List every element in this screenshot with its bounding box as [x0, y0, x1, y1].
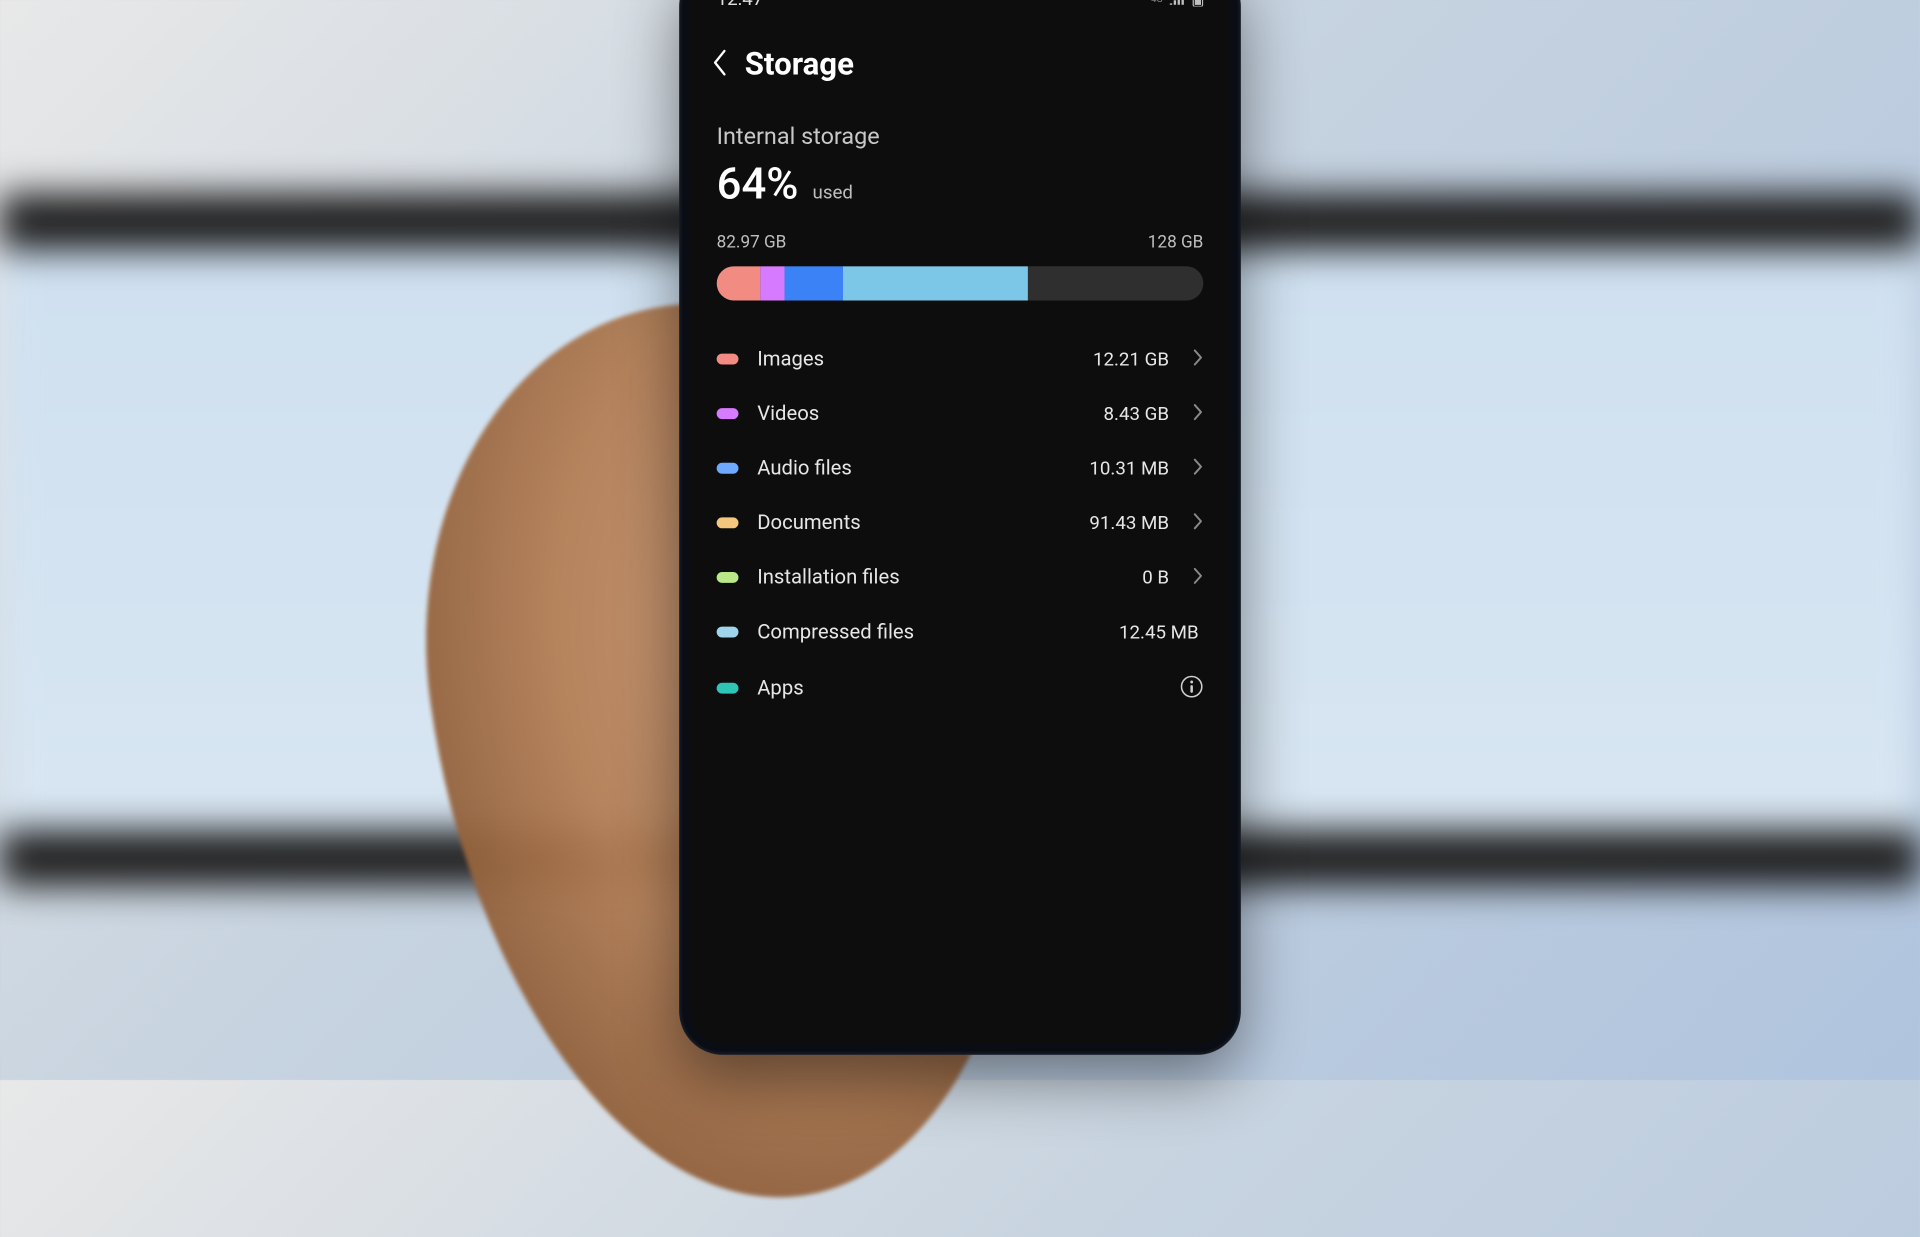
category-label: Installation files — [757, 566, 1123, 589]
storage-category-row: Compressed files 12.45 MB — [690, 605, 1230, 660]
battery-icon — [1192, 0, 1203, 6]
category-value: 8.43 GB — [1103, 403, 1169, 425]
usage-percent: 64% — [717, 158, 799, 209]
category-value: 91.43 MB — [1089, 512, 1169, 534]
progress-segment — [785, 266, 843, 300]
progress-segment — [760, 266, 784, 300]
category-color-pill — [717, 354, 739, 365]
category-label: Images — [757, 347, 1074, 370]
progress-segment — [843, 266, 1028, 300]
used-amount: 82.97 GB — [717, 233, 787, 252]
category-label: Documents — [757, 511, 1070, 534]
storage-category-row[interactable]: Apps — [690, 659, 1230, 717]
category-color-pill — [717, 408, 739, 419]
storage-category-row[interactable]: Videos 8.43 GB — [690, 386, 1230, 441]
category-color-pill — [717, 463, 739, 474]
page-title: Storage — [745, 45, 854, 82]
category-label: Compressed files — [757, 620, 1100, 643]
network-indicator: 4G — [1151, 0, 1163, 4]
usage-row: 64% used — [717, 158, 1204, 209]
category-color-pill — [717, 517, 739, 528]
category-label: Videos — [757, 402, 1085, 425]
section-title: Internal storage — [717, 123, 1204, 150]
status-bar: 12:47 4G — [690, 0, 1230, 14]
category-label: Audio files — [757, 457, 1070, 480]
size-row: 82.97 GB 128 GB — [717, 233, 1204, 252]
storage-summary: Internal storage 64% used 82.97 GB 128 G… — [690, 104, 1230, 252]
storage-category-row[interactable]: Installation files 0 B — [690, 550, 1230, 605]
usage-label: used — [812, 181, 852, 203]
category-value: 12.21 GB — [1093, 348, 1169, 370]
status-icons: 4G — [1151, 0, 1203, 6]
phone-frame: 12:47 4G Storage Internal storage 64% us… — [679, 0, 1241, 1055]
category-color-pill — [717, 683, 739, 694]
phone-screen: 12:47 4G Storage Internal storage 64% us… — [690, 0, 1230, 1044]
storage-category-row[interactable]: Images 12.21 GB — [690, 332, 1230, 387]
info-icon[interactable] — [1180, 675, 1203, 702]
storage-category-row[interactable]: Audio files 10.31 MB — [690, 441, 1230, 496]
category-color-pill — [717, 572, 739, 583]
category-value: 12.45 MB — [1119, 621, 1199, 643]
category-color-pill — [717, 627, 739, 638]
category-value: 0 B — [1142, 567, 1169, 589]
chevron-right-icon — [1192, 403, 1203, 425]
storage-category-row[interactable]: Documents 91.43 MB — [690, 496, 1230, 551]
category-list: Images 12.21 GB Videos 8.43 GB Audio files 10… — [690, 332, 1230, 717]
back-icon[interactable] — [712, 49, 728, 79]
chevron-right-icon — [1192, 348, 1203, 370]
progress-segment — [717, 266, 761, 300]
storage-progress-bar — [717, 266, 1204, 300]
status-time: 12:47 — [717, 0, 764, 10]
signal-icon — [1169, 0, 1186, 5]
chevron-right-icon — [1192, 567, 1203, 589]
total-amount: 128 GB — [1148, 233, 1204, 252]
category-value: 10.31 MB — [1089, 457, 1169, 479]
chevron-right-icon — [1192, 512, 1203, 534]
chevron-right-icon — [1192, 457, 1203, 479]
category-label: Apps — [757, 676, 1161, 699]
app-bar: Storage — [690, 14, 1230, 104]
